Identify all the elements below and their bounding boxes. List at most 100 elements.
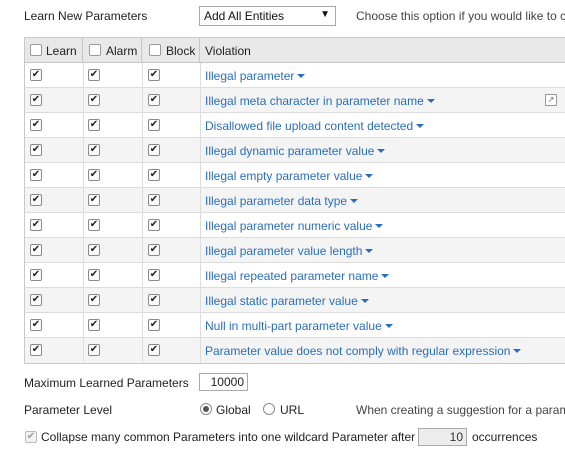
header-block-checkbox[interactable] xyxy=(149,44,161,56)
violation-link[interactable]: Illegal static parameter value xyxy=(205,294,369,308)
table-row: ✔ ✔ ✔ Illegal parameter data type xyxy=(25,188,565,213)
violation-link[interactable]: Null in multi-part parameter value xyxy=(205,319,393,333)
violation-link[interactable]: Illegal parameter xyxy=(205,69,306,83)
block-checkbox[interactable]: ✔ xyxy=(148,169,160,181)
block-checkbox[interactable]: ✔ xyxy=(148,94,160,106)
parameter-level-global-radio[interactable] xyxy=(200,403,212,415)
alarm-checkbox[interactable]: ✔ xyxy=(88,144,100,156)
alarm-checkbox[interactable]: ✔ xyxy=(88,69,100,81)
violation-link[interactable]: Illegal meta character in parameter name xyxy=(205,94,435,108)
learn-checkbox[interactable]: ✔ xyxy=(30,269,42,281)
alarm-checkbox[interactable]: ✔ xyxy=(88,319,100,331)
header-block-label: Block xyxy=(166,44,196,58)
column-divider xyxy=(200,338,201,363)
alarm-checkbox[interactable]: ✔ xyxy=(88,94,100,106)
caret-down-icon xyxy=(350,199,359,203)
block-checkbox[interactable]: ✔ xyxy=(148,144,160,156)
open-external-icon[interactable]: ↗ xyxy=(545,94,557,106)
collapse-checkbox[interactable]: ✔ xyxy=(25,431,37,443)
parameter-level-hint: When creating a suggestion for a param xyxy=(356,403,565,417)
alarm-checkbox[interactable]: ✔ xyxy=(88,244,100,256)
column-divider xyxy=(83,188,84,213)
learn-checkbox[interactable]: ✔ xyxy=(30,219,42,231)
header-alarm-checkbox[interactable] xyxy=(89,44,101,56)
collapse-occurrences-input[interactable]: 10 xyxy=(418,428,467,446)
header-learn: Learn xyxy=(25,38,83,62)
table-row: ✔ ✔ ✔ Illegal empty parameter value xyxy=(25,163,565,188)
alarm-checkbox[interactable]: ✔ xyxy=(88,169,100,181)
column-divider xyxy=(200,238,201,263)
violation-label: Illegal parameter numeric value xyxy=(205,219,373,233)
learn-checkbox[interactable]: ✔ xyxy=(30,119,42,131)
alarm-checkbox[interactable]: ✔ xyxy=(88,219,100,231)
header-learn-checkbox[interactable] xyxy=(30,44,42,56)
block-checkbox[interactable]: ✔ xyxy=(148,294,160,306)
learn-checkbox[interactable]: ✔ xyxy=(30,294,42,306)
column-divider xyxy=(200,113,201,138)
header-block: Block xyxy=(142,38,200,62)
violation-link[interactable]: Illegal parameter value length xyxy=(205,244,374,258)
header-violation-label: Violation xyxy=(205,44,251,58)
learn-mode-select[interactable]: Add All Entities ▼ xyxy=(199,6,336,26)
caret-down-icon xyxy=(365,174,374,178)
violation-link[interactable]: Illegal dynamic parameter value xyxy=(205,144,386,158)
learn-checkbox[interactable]: ✔ xyxy=(30,144,42,156)
caret-down-icon xyxy=(381,274,390,278)
violation-link[interactable]: Illegal repeated parameter name xyxy=(205,269,390,283)
parameter-level-label: Parameter Level xyxy=(24,403,113,417)
violation-link[interactable]: Illegal parameter data type xyxy=(205,194,359,208)
alarm-checkbox[interactable]: ✔ xyxy=(88,119,100,131)
column-divider xyxy=(142,113,143,138)
violation-label: Disallowed file upload content detected xyxy=(205,119,414,133)
table-row: ✔ ✔ ✔ Illegal dynamic parameter value xyxy=(25,138,565,163)
learn-checkbox[interactable]: ✔ xyxy=(30,244,42,256)
column-divider xyxy=(200,313,201,338)
block-checkbox[interactable]: ✔ xyxy=(148,194,160,206)
learn-checkbox[interactable]: ✔ xyxy=(30,319,42,331)
table-row: ✔ ✔ ✔ Illegal repeated parameter name xyxy=(25,263,565,288)
column-divider xyxy=(142,313,143,338)
column-divider xyxy=(200,88,201,113)
learn-checkbox[interactable]: ✔ xyxy=(30,194,42,206)
caret-down-icon xyxy=(375,224,384,228)
violation-link[interactable]: Disallowed file upload content detected xyxy=(205,119,425,133)
column-divider xyxy=(142,88,143,113)
column-divider xyxy=(142,338,143,363)
learn-new-parameters-row: Learn New Parameters Add All Entities ▼ … xyxy=(0,0,565,32)
collapse-label: Collapse many common Parameters into one… xyxy=(41,430,416,444)
parameter-level-global-label: Global xyxy=(216,403,251,417)
violation-label: Parameter value does not comply with reg… xyxy=(205,344,511,358)
block-checkbox[interactable]: ✔ xyxy=(148,244,160,256)
learn-new-parameters-label: Learn New Parameters xyxy=(24,9,148,23)
caret-down-icon xyxy=(513,349,522,353)
violation-label: Illegal dynamic parameter value xyxy=(205,144,375,158)
column-divider xyxy=(200,263,201,288)
alarm-checkbox[interactable]: ✔ xyxy=(88,269,100,281)
caret-down-icon xyxy=(426,99,435,103)
block-checkbox[interactable]: ✔ xyxy=(148,69,160,81)
column-divider xyxy=(142,163,143,188)
violation-link[interactable]: Parameter value does not comply with reg… xyxy=(205,344,522,358)
column-divider xyxy=(200,288,201,313)
table-row: ✔ ✔ ✔ Illegal static parameter value xyxy=(25,288,565,313)
block-checkbox[interactable]: ✔ xyxy=(148,219,160,231)
violation-label: Illegal static parameter value xyxy=(205,294,358,308)
learn-checkbox[interactable]: ✔ xyxy=(30,94,42,106)
violation-link[interactable]: Illegal empty parameter value xyxy=(205,169,374,183)
learn-checkbox[interactable]: ✔ xyxy=(30,169,42,181)
alarm-checkbox[interactable]: ✔ xyxy=(88,294,100,306)
violation-label: Illegal parameter xyxy=(205,69,295,83)
block-checkbox[interactable]: ✔ xyxy=(148,119,160,131)
violation-label: Null in multi-part parameter value xyxy=(205,319,382,333)
parameter-level-url-radio[interactable] xyxy=(263,403,275,415)
learn-checkbox[interactable]: ✔ xyxy=(30,69,42,81)
block-checkbox[interactable]: ✔ xyxy=(148,344,160,356)
learn-checkbox[interactable]: ✔ xyxy=(30,344,42,356)
alarm-checkbox[interactable]: ✔ xyxy=(88,194,100,206)
alarm-checkbox[interactable]: ✔ xyxy=(88,344,100,356)
max-learned-input[interactable]: 10000 xyxy=(199,373,248,391)
column-divider xyxy=(83,163,84,188)
block-checkbox[interactable]: ✔ xyxy=(148,319,160,331)
block-checkbox[interactable]: ✔ xyxy=(148,269,160,281)
violation-link[interactable]: Illegal parameter numeric value xyxy=(205,219,384,233)
